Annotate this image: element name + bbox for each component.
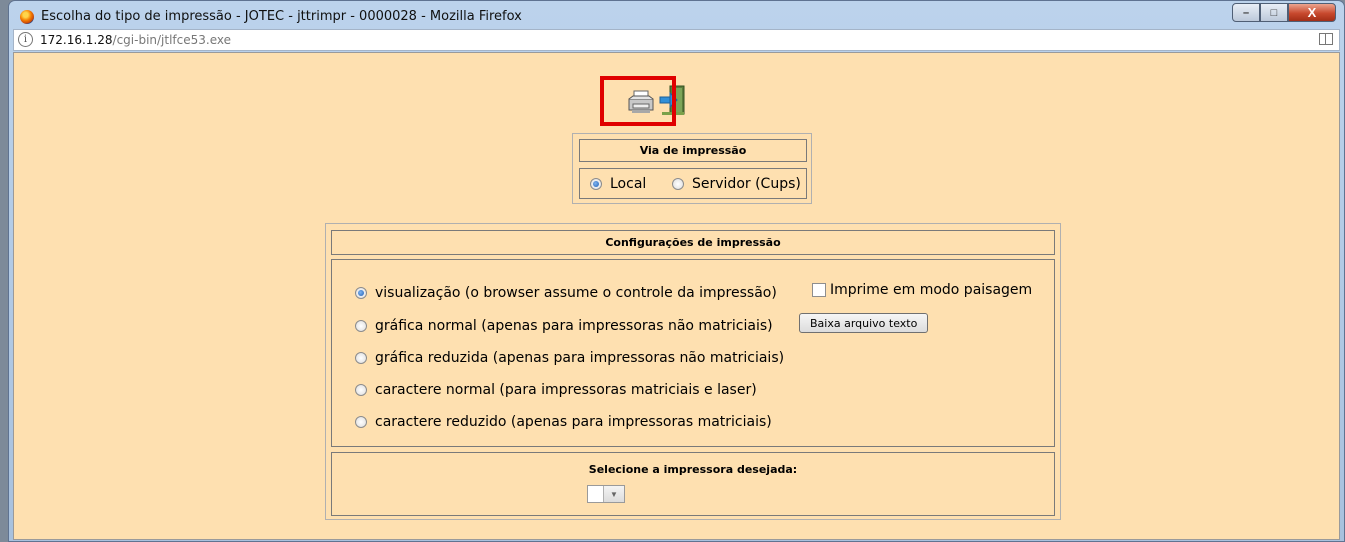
printer-section: Selecione a impressora desejada: ▼ xyxy=(331,452,1055,516)
via-panel: Via de impressão Local Servidor (Cups) xyxy=(572,133,812,204)
minimize-icon: – xyxy=(1242,6,1250,19)
printer-select[interactable]: ▼ xyxy=(587,485,625,503)
option-grafica-normal[interactable]: gráfica normal (apenas para impressoras … xyxy=(355,318,773,334)
config-options: visualização (o browser assume o control… xyxy=(331,259,1055,447)
url-path: /cgi-bin/jtlfce53.exe xyxy=(112,33,232,47)
grafica-normal-label: gráfica normal (apenas para impressoras … xyxy=(375,318,773,334)
caractere-normal-radio[interactable] xyxy=(355,384,367,396)
option-caractere-reduzido[interactable]: caractere reduzido (apenas para impresso… xyxy=(355,414,772,430)
option-grafica-reduzida[interactable]: gráfica reduzida (apenas para impressora… xyxy=(355,350,784,366)
grafica-reduzida-label: gráfica reduzida (apenas para impressora… xyxy=(375,350,785,366)
minimize-button[interactable]: – xyxy=(1232,3,1260,22)
printer-label: Selecione a impressora desejada: xyxy=(588,463,798,476)
reader-view-icon[interactable] xyxy=(1319,33,1333,45)
printer-icon[interactable] xyxy=(626,83,656,117)
via-title: Via de impressão xyxy=(579,139,807,162)
config-panel: Configurações de impressão visualização … xyxy=(325,223,1061,520)
title-bar: Escolha do tipo de impressão - JOTEC - j… xyxy=(9,1,1344,31)
url-host: 172.16.1.28 xyxy=(40,33,113,47)
config-title: Configurações de impressão xyxy=(331,230,1055,255)
close-button[interactable]: X xyxy=(1288,3,1336,22)
caractere-reduzido-radio[interactable] xyxy=(355,416,367,428)
close-icon: X xyxy=(1307,5,1317,20)
browser-window: Escolha do tipo de impressão - JOTEC - j… xyxy=(8,0,1345,542)
visualizacao-label: visualização (o browser assume o control… xyxy=(375,285,777,301)
grafica-reduzida-radio[interactable] xyxy=(355,352,367,364)
site-info-icon[interactable]: i xyxy=(18,32,33,47)
via-option-servidor[interactable]: Servidor (Cups) xyxy=(672,176,801,192)
servidor-radio[interactable] xyxy=(672,178,684,190)
caractere-normal-label: caractere normal (para impressoras matri… xyxy=(375,382,757,398)
landscape-option[interactable]: Imprime em modo paisagem xyxy=(812,282,1032,298)
window-title: Escolha do tipo de impressão - JOTEC - j… xyxy=(41,9,522,24)
landscape-label: Imprime em modo paisagem xyxy=(830,282,1033,298)
chevron-down-icon: ▼ xyxy=(603,486,624,502)
via-options: Local Servidor (Cups) xyxy=(579,168,807,199)
option-visualizacao[interactable]: visualização (o browser assume o control… xyxy=(355,285,777,301)
url-text[interactable]: 172.16.1.28/cgi-bin/jtlfce53.exe xyxy=(40,33,231,47)
window-controls: – □ X xyxy=(1232,3,1336,22)
landscape-checkbox[interactable] xyxy=(812,283,826,297)
local-radio[interactable] xyxy=(590,178,602,190)
local-label: Local xyxy=(610,176,647,192)
via-option-local[interactable]: Local xyxy=(590,176,646,192)
grafica-normal-radio[interactable] xyxy=(355,320,367,332)
maximize-button[interactable]: □ xyxy=(1260,3,1288,22)
maximize-icon: □ xyxy=(1270,6,1278,19)
page-content: Via de impressão Local Servidor (Cups) C… xyxy=(13,52,1340,540)
exit-door-icon[interactable] xyxy=(658,83,688,117)
visualizacao-radio[interactable] xyxy=(355,287,367,299)
toolbar xyxy=(626,83,688,119)
address-bar[interactable]: i 172.16.1.28/cgi-bin/jtlfce53.exe xyxy=(13,29,1340,51)
caractere-reduzido-label: caractere reduzido (apenas para impresso… xyxy=(375,414,772,430)
download-text-button[interactable]: Baixa arquivo texto xyxy=(799,313,929,333)
option-caractere-normal[interactable]: caractere normal (para impressoras matri… xyxy=(355,382,757,398)
firefox-logo-icon xyxy=(20,10,34,24)
servidor-label: Servidor (Cups) xyxy=(692,176,801,192)
